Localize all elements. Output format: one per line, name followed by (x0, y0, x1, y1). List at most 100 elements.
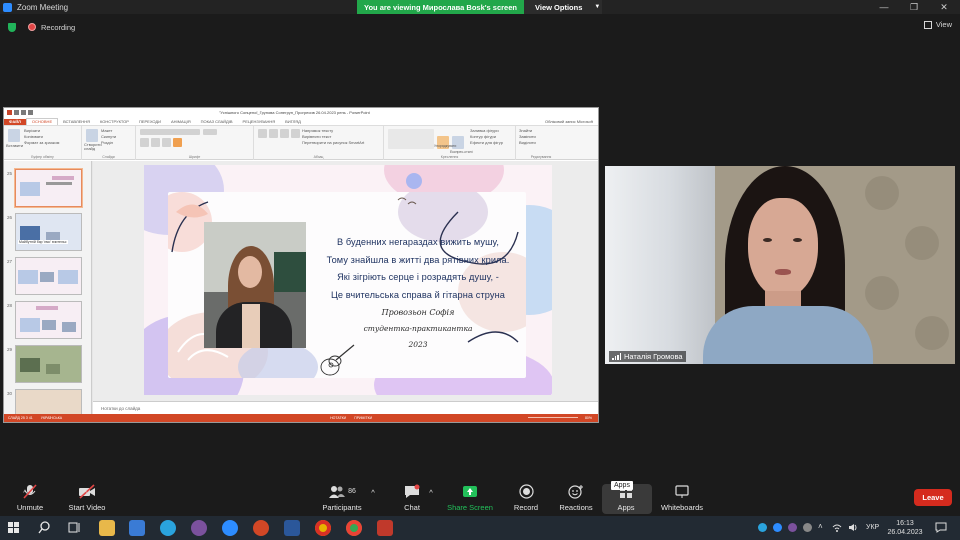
redo-icon (28, 110, 33, 115)
save-icon (14, 110, 19, 115)
ppt-group-font: Шрифт (136, 126, 254, 160)
search-icon[interactable] (38, 521, 51, 534)
task-view-icon[interactable] (68, 521, 81, 534)
poem-line: В буденних негараздах вижить мушу, (337, 237, 499, 247)
whiteboards-label: Whiteboards (660, 503, 704, 512)
audio-options-caret[interactable]: ^ (20, 488, 30, 497)
new-slide-icon (86, 129, 98, 142)
zoom-taskbar-icon[interactable] (222, 520, 238, 536)
slide-thumbnail: 26 Майбутній бар 'ємо' вчительс (4, 213, 91, 253)
windows-taskbar: ˄ УКР 16:13 26.04.2023 (0, 516, 960, 540)
notifications-icon[interactable] (935, 522, 947, 533)
ppt-select: Виділити (519, 140, 536, 145)
telegram-tray-icon[interactable] (758, 523, 767, 532)
slide-number: 29 (7, 347, 13, 352)
ppt-group-label: Буфер обміну (31, 155, 54, 159)
language-indicator: УКРАЇНСЬКА (40, 416, 63, 420)
italic-icon (151, 138, 160, 147)
volume-icon[interactable] (848, 523, 858, 532)
video-options-caret[interactable]: ^ (80, 488, 90, 497)
window-title: Zoom Meeting (17, 2, 69, 12)
ppt-smartart: Перетворити на рисунок SmartArt (302, 140, 365, 145)
wifi-icon[interactable] (832, 523, 842, 532)
slide-card: В буденних негараздах вижить мушу, Тому … (168, 192, 526, 378)
windows-start-icon[interactable] (8, 522, 20, 534)
viber-icon[interactable] (191, 520, 207, 536)
word-taskbar-icon[interactable] (284, 520, 300, 536)
viber-tray-icon[interactable] (788, 523, 797, 532)
font-size-box (203, 129, 218, 135)
zoom-tray-icon[interactable] (773, 523, 782, 532)
share-screen-button[interactable]: Share Screen (440, 484, 500, 512)
start-video-label: Start Video (68, 503, 106, 512)
slide-thumbnail: 27 (4, 257, 91, 297)
record-icon (518, 484, 534, 499)
notes-toggle: НОТАТКИ (330, 416, 347, 420)
ppt-tab-review: РЕЦЕНЗУВАННЯ (242, 119, 276, 124)
apps-label: Apps (617, 503, 635, 512)
ppt-tab-file: ФАЙЛ (4, 119, 26, 125)
participants-label: Participants (322, 503, 362, 512)
chat-options-caret[interactable]: ^ (426, 488, 436, 497)
slide-thumbnail-image (15, 169, 82, 207)
whiteboard-icon (675, 484, 689, 498)
unmute-button[interactable]: Unmute (0, 484, 60, 512)
student-photo (204, 222, 306, 348)
ppt-group-slides: Макет Скинути Розділ Створити слайд Слай… (82, 126, 136, 160)
slide-thumbnail-image (15, 257, 82, 295)
app-icon[interactable] (129, 520, 145, 536)
reactions-icon (568, 485, 583, 499)
align-center-icon (291, 129, 300, 138)
share-screen-label: Share Screen (447, 503, 493, 512)
powerpoint-taskbar-icon[interactable] (253, 520, 269, 536)
ppt-group-drawing: Заливка фігури Контур фігури Ефекти для … (384, 126, 516, 160)
shapes-gallery (388, 129, 434, 149)
participant-video[interactable]: Наталія Громова (605, 166, 955, 364)
bold-icon (140, 138, 149, 147)
decor-dot (406, 173, 422, 189)
ppt-format-painter: Формат за зразком (24, 140, 60, 145)
whiteboards-button[interactable]: Whiteboards (652, 484, 712, 512)
slide-number: 26 (7, 215, 13, 220)
close-icon[interactable]: ✕ (930, 0, 958, 14)
grid-view-icon (923, 20, 932, 29)
shared-screen: "Успішного Сонценої_Групова Сонегруп_Про… (3, 107, 599, 423)
align-left-icon (280, 129, 289, 138)
leave-button[interactable]: Leave (914, 489, 952, 506)
view-button[interactable]: View (923, 20, 952, 29)
poem-text: В буденних негараздах вижить мушу, Тому … (318, 234, 518, 352)
keyboard-language[interactable]: УКР (866, 524, 879, 531)
chat-icon (405, 484, 420, 498)
chrome-icon[interactable] (315, 520, 331, 536)
slide-number: 25 (7, 171, 13, 176)
view-options-button[interactable]: View Options ▼ (524, 0, 602, 14)
tray-icon[interactable] (803, 523, 812, 532)
ppt-tab-insert: ВСТАВЛЕННЯ (63, 119, 90, 124)
zoom-window: Zoom Meeting You are viewing Мирослава B… (0, 0, 960, 540)
clock[interactable]: 16:13 26.04.2023 (887, 519, 923, 537)
zoom-level: 80% (584, 416, 592, 420)
ppt-group-clipboard: Вирізати Копіювати Формат за зразком Вст… (4, 126, 82, 160)
undo-icon (21, 110, 26, 115)
slide-thumbnail-image (15, 345, 82, 383)
minimize-icon[interactable]: — (870, 0, 898, 14)
meeting-info-bar: Recording (0, 18, 960, 36)
file-explorer-icon[interactable] (99, 520, 115, 536)
chevron-down-icon: ▼ (594, 4, 601, 10)
poem-author-role: студентка-практикантка (363, 324, 473, 333)
slide-thumbnail-caption: Майбутній бар 'ємо' вчительс (18, 240, 68, 244)
chevron-up-icon[interactable]: ˄ (818, 522, 823, 531)
shield-icon[interactable] (8, 22, 16, 32)
clock-date: 26.04.2023 (887, 529, 923, 536)
slide-number: 28 (7, 303, 13, 308)
maximize-icon[interactable]: ❐ (900, 0, 928, 14)
telegram-icon[interactable] (160, 520, 176, 536)
guitar-icon (320, 344, 355, 376)
chrome-icon[interactable] (346, 520, 362, 536)
unmute-label: Unmute (16, 503, 44, 512)
paste-icon (8, 129, 20, 142)
participants-options-caret[interactable]: ^ (368, 488, 378, 497)
app-icon[interactable] (377, 520, 393, 536)
participants-button[interactable]: 86 Participants (312, 484, 372, 512)
poem-line: Це вчительська справа й гітарна струна (331, 289, 505, 300)
